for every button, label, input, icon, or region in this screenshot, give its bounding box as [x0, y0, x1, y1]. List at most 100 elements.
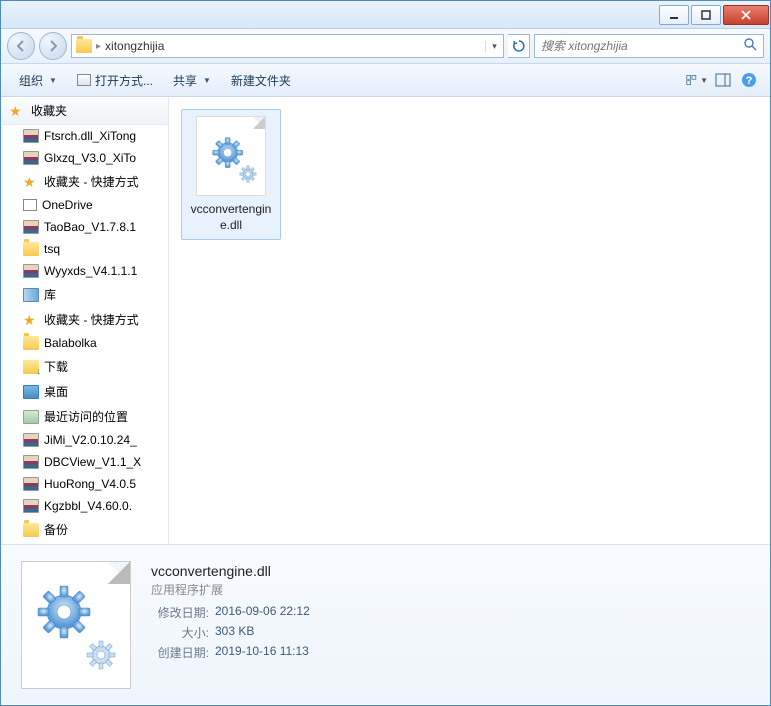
- sidebar-item-label: tsq: [44, 242, 60, 256]
- folder-icon: [23, 523, 39, 537]
- star-icon: ★: [23, 175, 39, 189]
- app-icon: [23, 199, 37, 211]
- chevron-right-icon: ▸: [96, 41, 101, 52]
- rar-icon: [23, 264, 39, 278]
- sidebar-item-label: Glxzq_V3.0_XiTo: [44, 151, 136, 165]
- organize-button[interactable]: 组织▼: [11, 68, 65, 93]
- details-pane: vcconvertengine.dll 应用程序扩展 修改日期:2016-09-…: [1, 544, 770, 704]
- sidebar-item[interactable]: 下载: [1, 354, 168, 379]
- sidebar-item-label: Kgzbbl_V4.60.0.: [44, 499, 132, 513]
- gear-small-icon: [86, 640, 116, 670]
- sidebar-item[interactable]: tsq: [1, 238, 168, 260]
- sidebar-item-label: 库: [44, 286, 56, 303]
- maximize-button[interactable]: [691, 5, 721, 25]
- sidebar-item[interactable]: DBCView_V1.1_X: [1, 451, 168, 473]
- content-pane[interactable]: vcconvertengine.dll: [169, 97, 770, 544]
- sidebar-item[interactable]: Balabolka: [1, 332, 168, 354]
- details-label: 创建日期:: [151, 644, 209, 661]
- view-options-button[interactable]: ▼: [686, 69, 708, 91]
- file-label: vcconvertengine.dll: [188, 202, 274, 233]
- chevron-down-icon: ▼: [700, 76, 708, 85]
- details-thumbnail: [21, 561, 131, 689]
- rar-icon: [23, 151, 39, 165]
- address-dropdown[interactable]: ▾: [485, 41, 499, 52]
- main-area: ★ 收藏夹 Ftsrch.dll_XiTong Glxzq_V3.0_XiTo ★ 收…: [1, 97, 770, 544]
- rar-icon: [23, 220, 39, 234]
- close-button[interactable]: [723, 5, 769, 25]
- sidebar-item[interactable]: TaoBao_V1.7.8.1: [1, 216, 168, 238]
- sidebar-item-label: Balabolka: [44, 336, 97, 350]
- address-bar[interactable]: ▸ xitongzhijia ▾: [71, 34, 504, 58]
- lib-icon: [23, 288, 39, 302]
- sidebar: ★ 收藏夹 Ftsrch.dll_XiTong Glxzq_V3.0_XiTo ★ 收…: [1, 97, 169, 544]
- navigation-bar: ▸ xitongzhijia ▾: [1, 29, 770, 64]
- forward-button[interactable]: [39, 32, 67, 60]
- sidebar-item[interactable]: Glxzq_V3.0_XiTo: [1, 147, 168, 169]
- rar-icon: [23, 499, 39, 513]
- details-label: 大小:: [151, 624, 209, 641]
- open-with-icon: [77, 74, 91, 86]
- rar-icon: [23, 455, 39, 469]
- rar-icon: [23, 433, 39, 447]
- gear-small-icon: [239, 165, 257, 183]
- chevron-down-icon: ▼: [49, 76, 57, 85]
- folder-icon: [23, 242, 39, 256]
- search-bar[interactable]: [534, 34, 764, 58]
- new-folder-button[interactable]: 新建文件夹: [223, 68, 299, 93]
- gear-icon: [36, 584, 96, 644]
- sidebar-item[interactable]: ★收藏夹 - 快捷方式: [1, 307, 168, 332]
- open-with-button[interactable]: 打开方式...: [69, 68, 161, 93]
- sidebar-item-label: TaoBao_V1.7.8.1: [44, 220, 136, 234]
- sidebar-item-label: Ftsrch.dll_XiTong: [44, 129, 136, 143]
- sidebar-item[interactable]: Ftsrch.dll_XiTong: [1, 125, 168, 147]
- file-thumbnail: [196, 116, 266, 196]
- sidebar-item[interactable]: 最近访问的位置: [1, 404, 168, 429]
- sidebar-item[interactable]: JiMi_V2.0.10.24_: [1, 429, 168, 451]
- sidebar-item[interactable]: Wyyxds_V4.1.1.1: [1, 260, 168, 282]
- sidebar-item-label: 备份: [44, 521, 68, 538]
- down-icon: [23, 360, 39, 374]
- preview-pane-button[interactable]: [712, 69, 734, 91]
- sidebar-item-label: 最近访问的位置: [44, 408, 128, 425]
- minimize-button[interactable]: [659, 5, 689, 25]
- sidebar-item-label: HuoRong_V4.0.5: [44, 477, 136, 491]
- help-button[interactable]: ?: [738, 69, 760, 91]
- details-info: vcconvertengine.dll 应用程序扩展 修改日期:2016-09-…: [151, 561, 750, 688]
- details-row: 大小: 303 KB: [151, 624, 750, 641]
- search-input[interactable]: [541, 39, 744, 53]
- details-value: 303 KB: [215, 624, 254, 641]
- details-filename: vcconvertengine.dll: [151, 563, 750, 579]
- sidebar-item-label: DBCView_V1.1_X: [44, 455, 141, 469]
- details-row: 修改日期: 2016-09-06 22:12: [151, 604, 750, 621]
- chevron-down-icon: ▼: [203, 76, 211, 85]
- address-path: xitongzhijia: [105, 39, 481, 53]
- details-label: 修改日期:: [151, 604, 209, 621]
- details-value: 2016-09-06 22:12: [215, 604, 310, 621]
- sidebar-item-label: OneDrive: [42, 198, 93, 212]
- star-icon: ★: [23, 313, 39, 327]
- back-button[interactable]: [7, 32, 35, 60]
- file-item[interactable]: vcconvertengine.dll: [181, 109, 281, 240]
- desk-icon: [23, 385, 39, 399]
- sidebar-item[interactable]: 备份: [1, 517, 168, 542]
- sidebar-item-label: JiMi_V2.0.10.24_: [44, 433, 137, 447]
- sidebar-item[interactable]: 库: [1, 282, 168, 307]
- sidebar-item[interactable]: Kgzbbl_V4.60.0.: [1, 495, 168, 517]
- sidebar-item-label: Wyyxds_V4.1.1.1: [44, 264, 137, 278]
- refresh-button[interactable]: [508, 34, 530, 58]
- sidebar-item-label: 收藏夹 - 快捷方式: [44, 173, 139, 190]
- details-value: 2019-10-16 11:13: [215, 644, 309, 661]
- search-icon[interactable]: [744, 38, 757, 54]
- sidebar-item[interactable]: OneDrive: [1, 194, 168, 216]
- sidebar-item[interactable]: HuoRong_V4.0.5: [1, 473, 168, 495]
- sidebar-item[interactable]: 桌面: [1, 379, 168, 404]
- favorites-header[interactable]: ★ 收藏夹: [1, 97, 168, 125]
- sidebar-item[interactable]: ★ 收藏夹 - 快捷方式: [1, 169, 168, 194]
- folder-icon: [23, 336, 39, 350]
- folder-icon: [76, 39, 92, 53]
- share-button[interactable]: 共享▼: [165, 68, 219, 93]
- rar-icon: [23, 129, 39, 143]
- details-row: 创建日期: 2019-10-16 11:13: [151, 644, 750, 661]
- svg-text:?: ?: [746, 75, 753, 87]
- recent-icon: [23, 410, 39, 424]
